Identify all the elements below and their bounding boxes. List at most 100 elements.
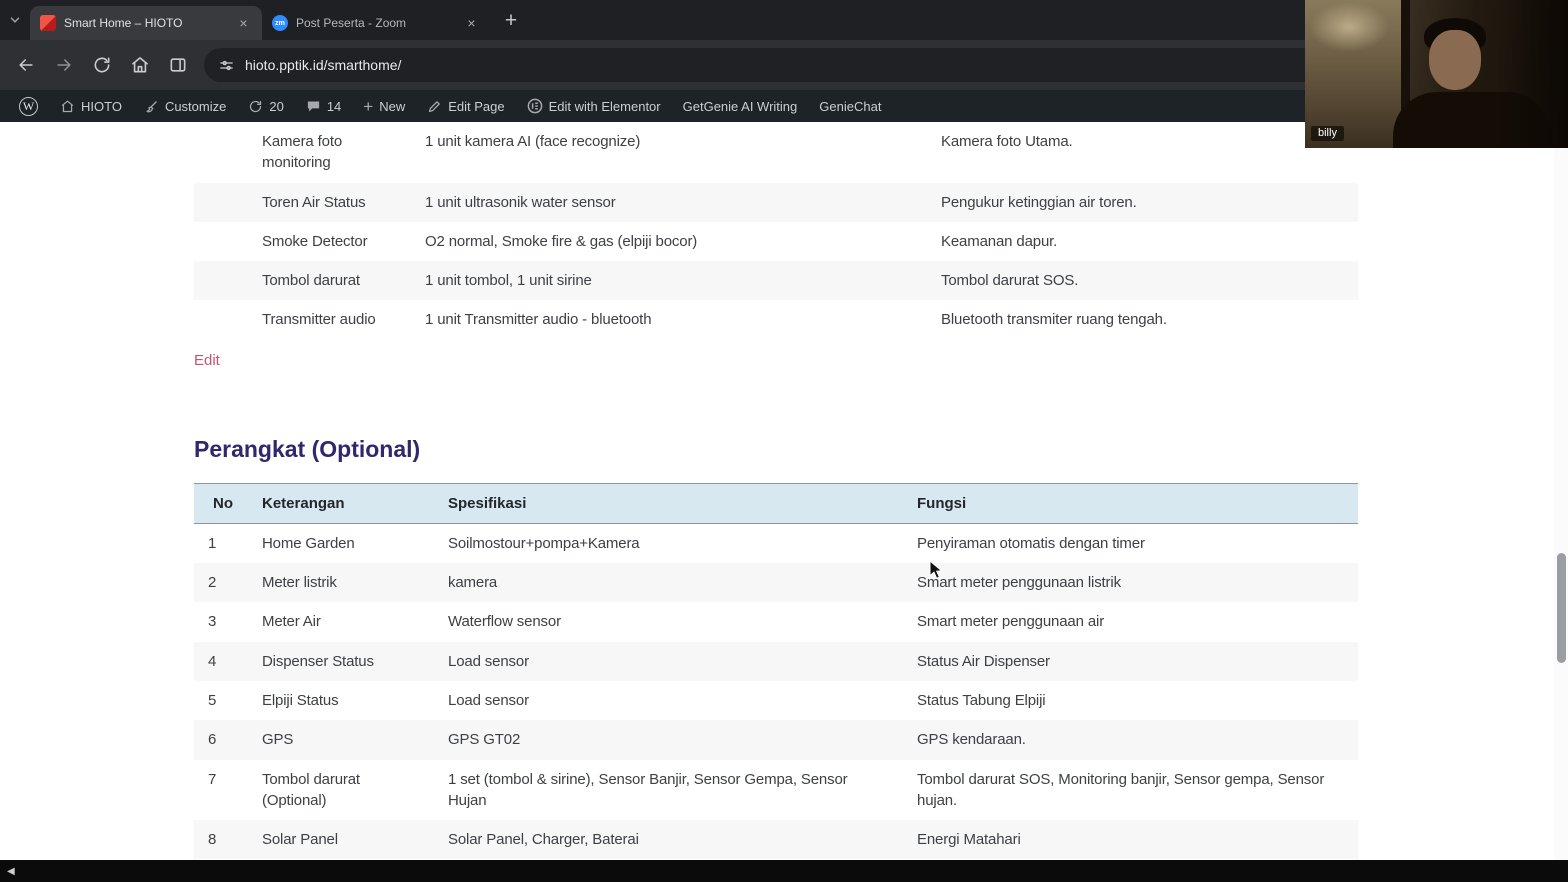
adminbar-geniechat[interactable]: GenieChat bbox=[808, 90, 892, 122]
webcam-overlay: billy bbox=[1305, 0, 1568, 148]
cell-no: 4 bbox=[194, 642, 248, 681]
tab-zoom[interactable]: zm Post Peserta - Zoom × bbox=[262, 6, 490, 40]
wordpress-logo-icon: W bbox=[19, 97, 38, 116]
adminbar-edit-page[interactable]: Edit Page bbox=[416, 90, 515, 122]
cell-spesifikasi: Solar Panel, Charger, Baterai bbox=[434, 820, 903, 859]
devices-table: Kamera foto monitoring 1 unit kamera AI … bbox=[194, 122, 1358, 340]
cell-no: 7 bbox=[194, 760, 248, 821]
cell-fungsi: Keamanan dapur. bbox=[927, 222, 1358, 261]
comment-icon bbox=[306, 99, 321, 114]
adminbar-new[interactable]: + New bbox=[352, 90, 416, 122]
zoom-favicon: zm bbox=[272, 15, 288, 31]
cell-no bbox=[194, 222, 248, 261]
cell-spesifikasi: Soilmostour+pompa+Kamera bbox=[434, 523, 903, 563]
cell-fungsi: Energi Matahari bbox=[903, 820, 1358, 859]
edit-link[interactable]: Edit bbox=[194, 352, 220, 369]
close-tab-icon[interactable]: × bbox=[235, 15, 252, 32]
cell-keterangan: Meter listrik bbox=[248, 563, 434, 602]
cell-no: 3 bbox=[194, 602, 248, 641]
taskbar: ◀ bbox=[0, 860, 1568, 882]
table-row: 2 Meter listrik kamera Smart meter pengg… bbox=[194, 563, 1358, 602]
cell-fungsi: Tombol darurat SOS. bbox=[927, 261, 1358, 300]
cell-spesifikasi: Waterflow sensor bbox=[434, 602, 903, 641]
tab-title: Smart Home – HIOTO bbox=[64, 16, 227, 30]
url-text[interactable]: hioto.pptik.id/smarthome/ bbox=[245, 57, 401, 73]
table-row: Smoke Detector O2 normal, Smoke fire & g… bbox=[194, 222, 1358, 261]
cell-keterangan: Kamera foto monitoring bbox=[248, 122, 411, 183]
table-row: 6 GPS GPS GT02 GPS kendaraan. bbox=[194, 720, 1358, 759]
pencil-icon bbox=[427, 99, 442, 114]
cell-spesifikasi: 1 set (tombol & sirine), Sensor Banjir, … bbox=[434, 760, 903, 821]
cell-spesifikasi: GPS GT02 bbox=[434, 720, 903, 759]
cell-spesifikasi: Load sensor bbox=[434, 681, 903, 720]
reload-button[interactable] bbox=[84, 47, 120, 83]
forward-button[interactable] bbox=[46, 47, 82, 83]
cell-no bbox=[194, 300, 248, 339]
cell-spesifikasi: kamera bbox=[434, 563, 903, 602]
new-tab-button[interactable]: + bbox=[496, 6, 526, 36]
cell-keterangan: Tombol darurat (Optional) bbox=[248, 760, 434, 821]
browser-window: Smart Home – HIOTO × zm Post Peserta - Z… bbox=[0, 0, 1568, 882]
table-row: 3 Meter Air Waterflow sensor Smart meter… bbox=[194, 602, 1358, 641]
table-header-row: No Keterangan Spesifikasi Fungsi bbox=[194, 483, 1358, 523]
column-header-keterangan: Keterangan bbox=[248, 483, 434, 523]
back-button[interactable] bbox=[8, 47, 44, 83]
adminbar-site-name[interactable]: HIOTO bbox=[49, 90, 133, 122]
column-header-no: No bbox=[194, 483, 248, 523]
cell-no: 1 bbox=[194, 523, 248, 563]
table-row: 8 Solar Panel Solar Panel, Charger, Bate… bbox=[194, 820, 1358, 859]
elementor-icon bbox=[527, 98, 543, 114]
cell-spesifikasi: 1 unit Transmitter audio - bluetooth bbox=[411, 300, 927, 339]
hioto-favicon bbox=[40, 15, 56, 31]
table-row: Toren Air Status 1 unit ultrasonik water… bbox=[194, 183, 1358, 222]
table-row: 7 Tombol darurat (Optional) 1 set (tombo… bbox=[194, 760, 1358, 821]
tab-title: Post Peserta - Zoom bbox=[296, 16, 455, 30]
cell-fungsi: Penyiraman otomatis dengan timer bbox=[903, 523, 1358, 563]
updates-icon bbox=[248, 99, 263, 114]
cell-fungsi: Pengukur ketinggian air toren. bbox=[927, 183, 1358, 222]
table-row: Transmitter audio 1 unit Transmitter aud… bbox=[194, 300, 1358, 339]
cell-no bbox=[194, 183, 248, 222]
optional-devices-table: No Keterangan Spesifikasi Fungsi 1 Home … bbox=[194, 483, 1358, 860]
cell-keterangan: Meter Air bbox=[248, 602, 434, 641]
cell-keterangan: Toren Air Status bbox=[248, 183, 411, 222]
brush-icon bbox=[144, 99, 159, 114]
page-content: Kamera foto monitoring 1 unit kamera AI … bbox=[0, 122, 1568, 860]
cell-no: 8 bbox=[194, 820, 248, 859]
table-row: Tombol darurat 1 unit tombol, 1 unit sir… bbox=[194, 261, 1358, 300]
column-header-spesifikasi: Spesifikasi bbox=[434, 483, 903, 523]
cell-fungsi: Status Air Dispenser bbox=[903, 642, 1358, 681]
cell-keterangan: Solar Panel bbox=[248, 820, 434, 859]
adminbar-getgenie[interactable]: GetGenie AI Writing bbox=[672, 90, 809, 122]
adminbar-elementor[interactable]: Edit with Elementor bbox=[516, 90, 672, 122]
tab-smart-home[interactable]: Smart Home – HIOTO × bbox=[30, 6, 262, 40]
column-header-fungsi: Fungsi bbox=[903, 483, 1358, 523]
side-panel-icon[interactable] bbox=[160, 47, 196, 83]
home-button[interactable] bbox=[122, 47, 158, 83]
adminbar-comments[interactable]: 14 bbox=[295, 90, 352, 122]
cell-keterangan: Tombol darurat bbox=[248, 261, 411, 300]
plus-icon: + bbox=[363, 98, 373, 115]
table-row: 1 Home Garden Soilmostour+pompa+Kamera P… bbox=[194, 523, 1358, 563]
cell-keterangan: Elpiji Status bbox=[248, 681, 434, 720]
cell-fungsi: Status Tabung Elpiji bbox=[903, 681, 1358, 720]
expand-arrow-icon[interactable]: ◀ bbox=[7, 866, 15, 877]
webcam-name-label: billy bbox=[1311, 126, 1344, 141]
cell-no: 5 bbox=[194, 681, 248, 720]
cell-fungsi: Tombol darurat SOS, Monitoring banjir, S… bbox=[903, 760, 1358, 821]
site-info-icon[interactable] bbox=[218, 57, 235, 74]
cell-fungsi: Smart meter penggunaan listrik bbox=[903, 563, 1358, 602]
close-tab-icon[interactable]: × bbox=[463, 15, 480, 32]
adminbar-customize[interactable]: Customize bbox=[133, 90, 237, 122]
adminbar-updates[interactable]: 20 bbox=[237, 90, 294, 122]
cell-spesifikasi: 1 unit ultrasonik water sensor bbox=[411, 183, 927, 222]
scrollbar-thumb[interactable] bbox=[1557, 553, 1566, 663]
cell-spesifikasi: O2 normal, Smoke fire & gas (elpiji boco… bbox=[411, 222, 927, 261]
cell-keterangan: Dispenser Status bbox=[248, 642, 434, 681]
tab-search-chevron-icon[interactable] bbox=[0, 0, 30, 40]
scrollbar[interactable] bbox=[1554, 122, 1568, 860]
cell-fungsi: Bluetooth transmiter ruang tengah. bbox=[927, 300, 1358, 339]
cell-no bbox=[194, 261, 248, 300]
cell-keterangan: Home Garden bbox=[248, 523, 434, 563]
wp-logo-menu[interactable]: W bbox=[8, 90, 49, 122]
